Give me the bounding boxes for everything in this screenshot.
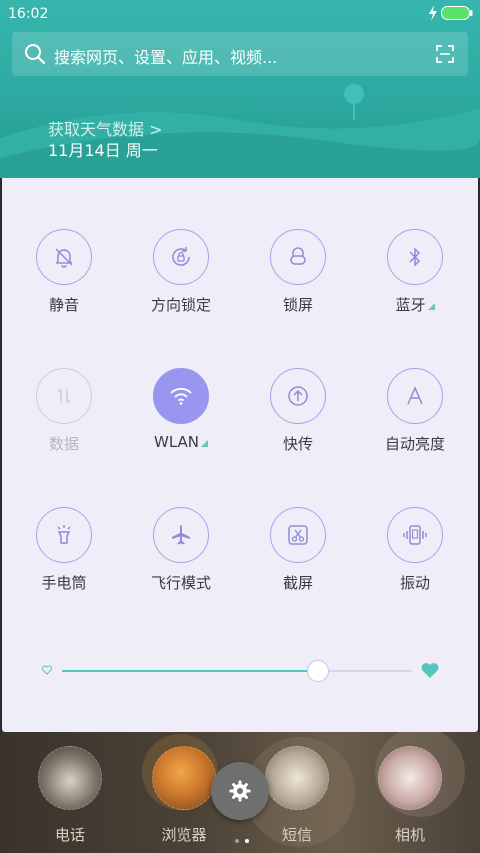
toggle-label: 蓝牙 xyxy=(395,296,426,314)
status-bar: 16:02 xyxy=(0,0,480,28)
toggle-vibrate[interactable]: 振动 xyxy=(360,507,470,593)
toggle-circle xyxy=(153,507,209,563)
toggle-quick-transfer[interactable]: 快传 xyxy=(243,368,353,454)
search-placeholder: 搜索网页、设置、应用、视频... xyxy=(54,48,278,67)
gear-icon xyxy=(229,780,251,802)
toggle-wlan[interactable]: WLAN xyxy=(126,368,236,451)
search-bar[interactable]: 搜索网页、设置、应用、视频... xyxy=(12,32,468,76)
toggle-auto-brightness[interactable]: 自动亮度 xyxy=(360,368,470,454)
toggle-label-wrap: 蓝牙 xyxy=(360,294,470,315)
rotation-lock-icon xyxy=(172,247,190,266)
toggle-label: 方向锁定 xyxy=(150,296,211,314)
toggle-screenshot[interactable]: 截屏 xyxy=(243,507,353,593)
messages-app-icon xyxy=(265,746,329,810)
bell-off-icon xyxy=(55,248,73,268)
toggle-circle xyxy=(270,368,326,424)
header-area: 16:02 搜索网页、设置、应用、视频... 获取天气数据 > 11月14日 周… xyxy=(0,0,480,178)
toggle-label: 静音 xyxy=(48,296,79,314)
toggle-airplane-mode[interactable]: 飞行模式 xyxy=(126,507,236,593)
browser-app-icon xyxy=(152,746,216,810)
toggle-label: 快传 xyxy=(282,435,313,453)
search-icon xyxy=(25,44,46,65)
wifi-icon xyxy=(170,387,192,405)
toggle-label: 截屏 xyxy=(282,574,313,592)
app-camera[interactable]: 相机 xyxy=(375,746,445,845)
phone-app-icon xyxy=(38,746,102,810)
toggle-circle xyxy=(270,507,326,563)
upload-icon xyxy=(288,386,308,406)
toggle-circle xyxy=(387,507,443,563)
quick-settings-panel: 静音 方向锁定 锁屏 蓝牙 数据 WLAN 快传 自动亮度 手电筒 飞行模式 截… xyxy=(2,178,478,732)
app-browser[interactable]: 浏览器 xyxy=(149,746,219,845)
brightness-slider[interactable] xyxy=(42,658,442,688)
toggle-rotation-lock[interactable]: 方向锁定 xyxy=(126,229,236,315)
toggle-circle xyxy=(270,229,326,285)
page-indicator xyxy=(232,828,252,847)
menu-indicator-icon xyxy=(201,440,208,447)
toggle-label: 手电筒 xyxy=(41,574,87,592)
app-messages[interactable]: 短信 xyxy=(262,746,332,845)
settings-button[interactable] xyxy=(211,762,269,820)
app-label: 浏览器 xyxy=(161,826,207,844)
toggle-label-wrap: WLAN xyxy=(126,433,236,451)
toggle-mobile-data[interactable]: 数据 xyxy=(9,368,119,454)
auto-brightness-icon xyxy=(407,386,423,405)
menu-indicator-icon xyxy=(427,303,435,310)
toggle-circle xyxy=(387,229,443,285)
toggle-circle xyxy=(153,229,209,285)
date-label: 11月14日 周一 xyxy=(48,141,158,160)
data-arrows-icon xyxy=(57,388,71,404)
toggle-circle xyxy=(36,507,92,563)
app-label: 短信 xyxy=(281,826,312,844)
toggle-label: WLAN xyxy=(153,433,199,451)
toggle-circle xyxy=(387,368,443,424)
toggle-circle xyxy=(153,368,209,424)
charging-icon xyxy=(429,5,437,21)
app-phone[interactable]: 电话 xyxy=(35,746,105,845)
toggle-label: 锁屏 xyxy=(282,296,313,314)
airplane-icon xyxy=(172,525,190,545)
battery-icon xyxy=(441,6,473,20)
page-dot xyxy=(235,839,239,843)
toggle-circle xyxy=(36,368,92,424)
screenshot-icon xyxy=(288,525,308,545)
slider-fill xyxy=(62,670,318,672)
page-dot-active xyxy=(245,839,249,843)
toggle-bluetooth[interactable]: 蓝牙 xyxy=(360,229,470,315)
toggle-lock-screen[interactable]: 锁屏 xyxy=(243,229,353,315)
bluetooth-icon xyxy=(409,247,421,267)
toggle-flashlight[interactable]: 手电筒 xyxy=(9,507,119,593)
vibrate-icon xyxy=(403,525,427,545)
heart-small-icon xyxy=(42,665,52,675)
toggle-circle xyxy=(36,229,92,285)
toggle-silent[interactable]: 静音 xyxy=(9,229,119,315)
toggle-label: 数据 xyxy=(48,435,79,453)
toggle-label: 飞行模式 xyxy=(150,574,211,592)
clock: 16:02 xyxy=(8,6,49,22)
camera-app-icon xyxy=(378,746,442,810)
toggle-label: 自动亮度 xyxy=(384,435,445,453)
app-label: 相机 xyxy=(394,826,425,844)
slider-thumb[interactable] xyxy=(306,660,329,682)
scan-icon[interactable] xyxy=(436,45,454,63)
flashlight-icon xyxy=(57,525,71,544)
lock-icon xyxy=(290,247,306,265)
heart-large-icon xyxy=(421,663,439,678)
app-label: 电话 xyxy=(54,826,85,844)
toggle-label: 振动 xyxy=(399,574,430,592)
